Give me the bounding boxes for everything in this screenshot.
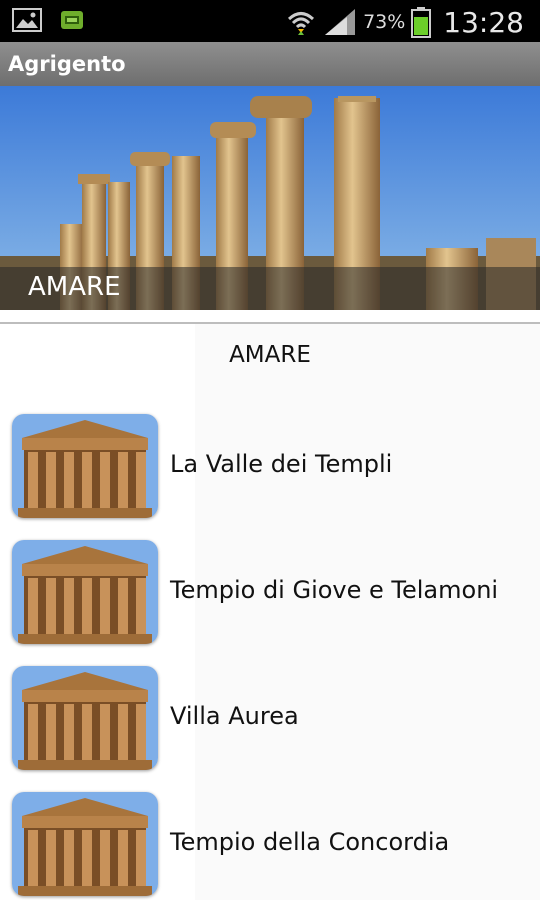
list-item[interactable]: Tempio della Concordia	[0, 788, 540, 900]
places-list: La Valle dei Templi Tempio di Giove e Te…	[0, 410, 540, 900]
bbm-icon	[61, 11, 83, 29]
status-bar: 73% 13:28	[0, 0, 540, 42]
gallery-icon	[12, 8, 42, 32]
list-item[interactable]: Villa Aurea	[0, 662, 540, 788]
section-title: AMARE	[229, 342, 311, 368]
content-area[interactable]: AMARE La Valle dei Templi Tempio di Giov…	[0, 324, 540, 900]
app-title: Agrigento	[8, 52, 126, 76]
list-item[interactable]: Tempio di Giove e Telamoni	[0, 536, 540, 662]
list-item-label: Tempio di Giove e Telamoni	[170, 576, 499, 604]
hero-caption: AMARE	[28, 272, 121, 302]
list-item-label: Tempio della Concordia	[170, 828, 450, 856]
hero-banner[interactable]: AMARE	[0, 86, 540, 310]
list-item-label: Villa Aurea	[170, 702, 299, 730]
temple-thumbnail	[12, 666, 158, 770]
app-bar: Agrigento	[0, 42, 540, 86]
temple-thumbnail	[12, 540, 158, 644]
battery-icon	[411, 7, 432, 38]
wifi-icon	[288, 12, 315, 35]
clock: 13:28	[443, 5, 524, 39]
list-item-label: La Valle dei Templi	[170, 450, 393, 478]
signal-icon	[325, 9, 356, 35]
battery-percent: 73%	[363, 11, 406, 33]
hero-caption-bar: AMARE	[0, 267, 540, 310]
temple-thumbnail	[12, 414, 158, 518]
list-item[interactable]: La Valle dei Templi	[0, 410, 540, 536]
temple-thumbnail	[12, 792, 158, 896]
